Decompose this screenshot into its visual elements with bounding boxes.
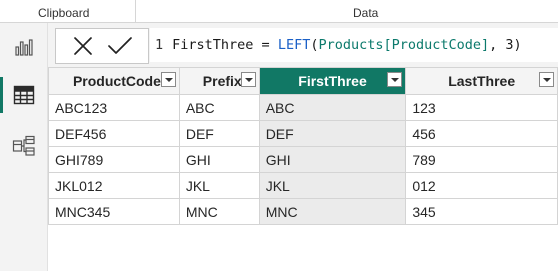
formula-column-ref: [ProductCode] — [383, 37, 490, 53]
report-view-icon — [14, 39, 33, 56]
column-header-productcode[interactable]: ProductCode — [48, 67, 180, 95]
table-cell[interactable]: GHI — [178, 146, 260, 173]
clipboard-group-label: Clipboard — [38, 6, 90, 20]
column-header-lastthree[interactable]: LastThree — [405, 67, 558, 95]
table-cell[interactable]: JKL — [258, 172, 407, 199]
ribbon-divider — [135, 0, 136, 22]
commit-formula-button[interactable] — [106, 34, 132, 58]
formula-equals: = — [253, 37, 278, 53]
formula-line-number: 1 — [155, 37, 164, 53]
formula-args: , 3) — [489, 37, 522, 53]
table-row: JKL012 JKL JKL 012 — [48, 172, 558, 199]
column-header-prefix[interactable]: Prefix — [178, 67, 260, 95]
table-cell[interactable]: 012 — [405, 172, 558, 199]
table-cell[interactable]: 345 — [405, 198, 558, 225]
table-cell[interactable]: ABC — [178, 94, 260, 121]
table-cell[interactable]: ABC — [258, 94, 407, 121]
table-cell[interactable]: GHI — [258, 146, 407, 173]
table-row: ABC123 ABC ABC 123 — [48, 94, 558, 121]
table-cell[interactable]: DEF — [258, 120, 407, 147]
filter-dropdown-icon[interactable] — [160, 72, 176, 87]
table-cell[interactable]: 456 — [405, 120, 558, 147]
filter-dropdown-icon[interactable] — [387, 72, 403, 87]
column-header-label: ProductCode — [72, 73, 161, 89]
formula-function: LEFT — [277, 37, 311, 53]
table-view-icon — [13, 85, 34, 105]
report-view-button[interactable] — [0, 25, 47, 69]
table-cell[interactable]: DEF456 — [48, 120, 180, 147]
table-cell[interactable]: ABC123 — [48, 94, 180, 121]
table-cell[interactable]: 789 — [405, 146, 558, 173]
filter-dropdown-icon[interactable] — [240, 72, 256, 87]
table-row: MNC345 MNC MNC 345 — [48, 198, 558, 225]
column-header-label: Prefix — [202, 73, 242, 89]
formula-open-paren: ( — [310, 37, 319, 53]
table-cell[interactable]: MNC — [258, 198, 407, 225]
ribbon-group-labels: Clipboard Data — [0, 0, 558, 23]
table-row: GHI789 GHI GHI 789 — [48, 146, 558, 173]
view-rail — [0, 23, 48, 271]
table-cell[interactable]: GHI789 — [48, 146, 180, 173]
column-header-firstthree[interactable]: FirstThree — [258, 67, 407, 95]
data-group-label: Data — [353, 6, 379, 20]
close-icon — [74, 37, 92, 55]
data-table: ProductCode Prefix FirstThree LastThree … — [48, 67, 558, 225]
model-view-button[interactable] — [0, 124, 47, 168]
formula-column-name: FirstThree — [172, 37, 254, 53]
formula-commit-buttons — [55, 28, 149, 64]
table-cell[interactable]: 123 — [405, 94, 558, 121]
cancel-formula-button[interactable] — [70, 34, 96, 58]
table-cell[interactable]: JKL — [178, 172, 260, 199]
table-row: DEF456 DEF DEF 456 — [48, 120, 558, 147]
table-cell[interactable]: JKL012 — [48, 172, 180, 199]
column-header-label: LastThree — [448, 73, 516, 89]
checkmark-icon — [108, 37, 132, 54]
table-view-button[interactable] — [0, 73, 47, 117]
formula-bar: 1 FirstThree = LEFT(Products [ProductCode]… — [48, 23, 558, 67]
table-cell[interactable]: MNC345 — [48, 198, 180, 225]
model-view-icon — [12, 135, 35, 156]
table-header-row: ProductCode Prefix FirstThree LastThree — [48, 67, 558, 95]
formula-table-ref: Products — [318, 37, 384, 53]
table-cell[interactable]: MNC — [178, 198, 260, 225]
formula-input[interactable]: 1 FirstThree = LEFT(Products [ProductCode]… — [150, 28, 558, 62]
filter-dropdown-icon[interactable] — [539, 72, 554, 87]
table-cell[interactable]: DEF — [178, 120, 260, 147]
column-header-label: FirstThree — [298, 73, 367, 89]
